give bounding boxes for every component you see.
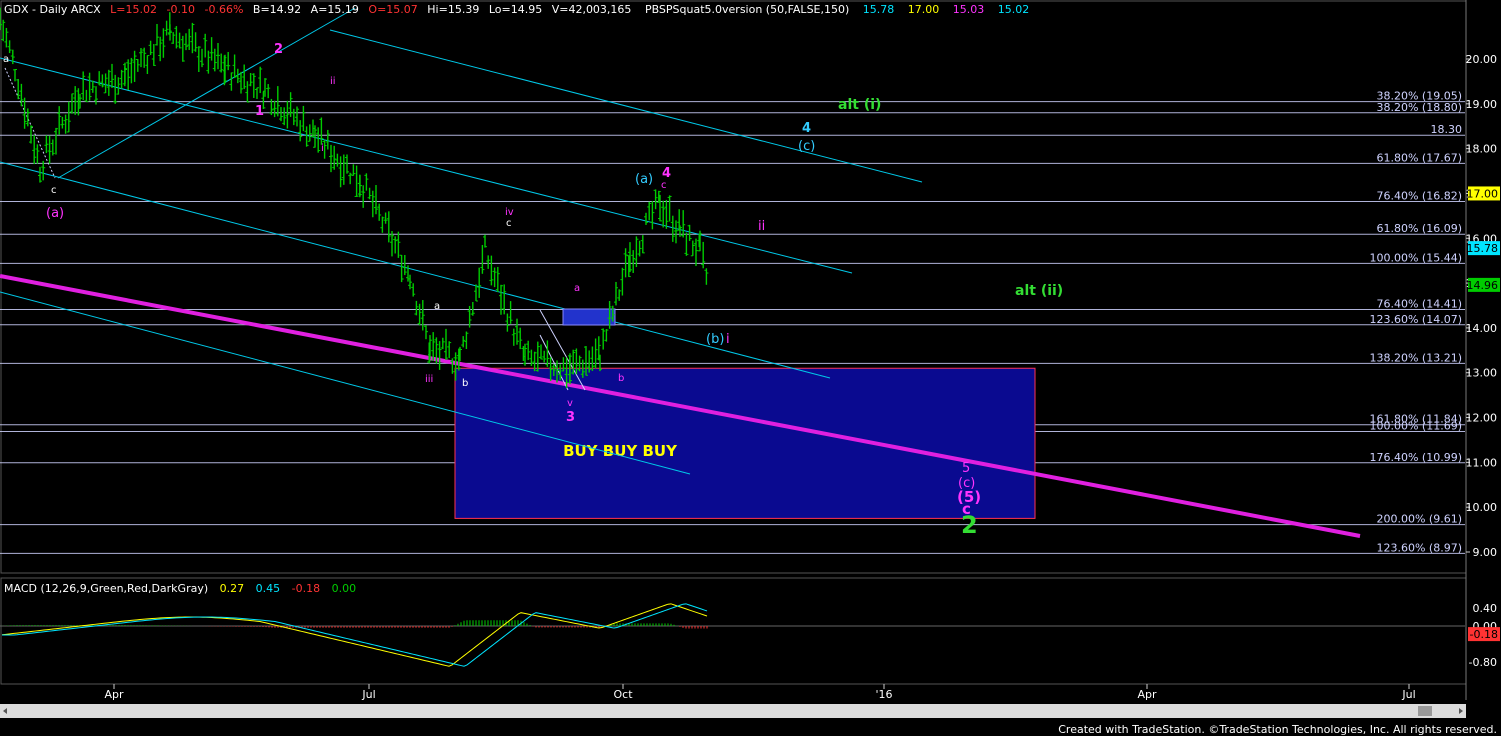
price-tag: 17.00 bbox=[1467, 187, 1499, 200]
wave-label: alt (i) bbox=[838, 97, 881, 113]
macd-value-4: 0.00 bbox=[332, 582, 357, 595]
chart-canvas: BUY BUY BUY 38.20% (19.05)38.20% (18.80)… bbox=[0, 0, 1500, 736]
study-value-1: 15.78 bbox=[863, 3, 895, 16]
price-axis: 20.0019.0018.0017.0016.0015.0014.0013.00… bbox=[1466, 53, 1500, 559]
open-price: O=15.07 bbox=[368, 3, 417, 16]
wave-label: a bbox=[3, 54, 9, 65]
y-tick-label: 9.00 bbox=[1473, 546, 1498, 559]
fib-label: 18.30 bbox=[1431, 123, 1463, 136]
fib-label: 100.00% (15.44) bbox=[1369, 251, 1462, 264]
study-name: PBSPSquat5.0version (50,FALSE,150) bbox=[645, 3, 849, 16]
x-tick-label: '16 bbox=[875, 688, 892, 701]
wave-label: b bbox=[462, 378, 468, 389]
horizontal-scrollbar[interactable] bbox=[0, 704, 1466, 718]
macd-value-2: 0.45 bbox=[256, 582, 281, 595]
bid-price: B=14.92 bbox=[253, 3, 301, 16]
study-value-4: 15.02 bbox=[998, 3, 1030, 16]
wave-label: ii bbox=[330, 76, 336, 87]
wave-label: alt (ii) bbox=[1015, 283, 1063, 299]
small-blue-box bbox=[562, 308, 616, 326]
ask-price: A=15.19 bbox=[311, 3, 359, 16]
wave-label: iii bbox=[425, 374, 433, 385]
wave-label: c bbox=[51, 185, 57, 196]
wave-label: 3 bbox=[566, 410, 575, 425]
wave-label: i bbox=[726, 332, 730, 347]
wave-label: (c) bbox=[798, 139, 815, 154]
wave-label: 4 bbox=[662, 166, 671, 181]
fib-label: 61.80% (16.09) bbox=[1376, 222, 1462, 235]
study-value-2: 17.00 bbox=[908, 3, 940, 16]
volume-value: V=42,003,165 bbox=[552, 3, 632, 16]
fib-label: 76.40% (14.41) bbox=[1376, 298, 1462, 311]
y-tick-label: 19.00 bbox=[1466, 98, 1498, 111]
macd-label: MACD (12,26,9,Green,Red,DarkGray) bbox=[4, 582, 208, 595]
wave-label: v bbox=[567, 398, 573, 409]
high-price: Hi=15.39 bbox=[427, 3, 479, 16]
copyright-footer: Created with TradeStation. ©TradeStation… bbox=[1058, 723, 1497, 736]
fib-label: 123.60% (8.97) bbox=[1376, 541, 1462, 554]
fib-label: 176.40% (10.99) bbox=[1369, 451, 1462, 464]
change-value: -0.10 bbox=[167, 3, 195, 16]
y-tick-label: 18.00 bbox=[1466, 143, 1498, 156]
macd-header: MACD (12,26,9,Green,Red,DarkGray) 0.27 0… bbox=[4, 582, 356, 595]
x-tick-label: Jul bbox=[361, 688, 375, 701]
low-price: Lo=14.95 bbox=[489, 3, 542, 16]
wave-label: a bbox=[434, 301, 440, 312]
wave-label: 5 bbox=[962, 461, 970, 476]
macd-tag: -0.18 bbox=[1470, 628, 1498, 641]
symbol-label: GDX - Daily ARCX bbox=[4, 3, 101, 16]
change-pct: -0.66% bbox=[204, 3, 243, 16]
macd-value-3: -0.18 bbox=[292, 582, 320, 595]
macd-tick-label: 0.40 bbox=[1473, 602, 1498, 615]
wave-label: 2 bbox=[274, 42, 283, 57]
x-tick-label: Oct bbox=[613, 688, 633, 701]
x-tick-label: Apr bbox=[1137, 688, 1157, 701]
fib-label: 100.00% (11.69) bbox=[1369, 419, 1462, 432]
fib-label: 38.20% (18.80) bbox=[1376, 101, 1462, 114]
wave-label: iv bbox=[505, 207, 514, 218]
price-tag: 15.78 bbox=[1467, 242, 1499, 255]
buy-zone-box bbox=[454, 367, 1036, 519]
wave-label: ii bbox=[758, 219, 765, 234]
y-tick-label: 20.00 bbox=[1466, 53, 1498, 66]
y-tick-label: 11.00 bbox=[1466, 456, 1498, 469]
fib-label: 123.60% (14.07) bbox=[1369, 313, 1462, 326]
fib-label: 76.40% (16.82) bbox=[1376, 190, 1462, 203]
wave-label: (a) bbox=[46, 206, 64, 221]
macd-tick-label: -0.80 bbox=[1469, 656, 1497, 669]
y-tick-label: 10.00 bbox=[1466, 501, 1498, 514]
x-tick-label: Apr bbox=[104, 688, 124, 701]
y-tick-label: 13.00 bbox=[1466, 367, 1498, 380]
chart-header: GDX - Daily ARCX L=15.02 -0.10 -0.66% B=… bbox=[4, 3, 1029, 16]
study-value-3: 15.03 bbox=[953, 3, 985, 16]
wave-label: (b) bbox=[706, 332, 724, 347]
wave-label: i bbox=[321, 143, 324, 154]
wave-label: b bbox=[618, 373, 624, 384]
wave-label: (a) bbox=[635, 172, 653, 187]
time-axis: Apr Jul Oct '16 Apr Jul bbox=[104, 684, 1416, 701]
fib-label: 200.00% (9.61) bbox=[1376, 513, 1462, 526]
wave-label: 2 bbox=[961, 511, 978, 539]
macd-value-1: 0.27 bbox=[220, 582, 245, 595]
wave-label: c bbox=[506, 218, 512, 229]
y-tick-label: 14.00 bbox=[1466, 322, 1498, 335]
fib-label: 138.20% (13.21) bbox=[1369, 351, 1462, 364]
wave-label: 1 bbox=[255, 104, 264, 119]
wave-label: 4 bbox=[802, 121, 811, 136]
buy-zone: BUY BUY BUY bbox=[454, 367, 1036, 519]
scrollbar-thumb[interactable] bbox=[1418, 706, 1432, 716]
y-tick-label: 12.00 bbox=[1466, 412, 1498, 425]
last-price: L=15.02 bbox=[110, 3, 157, 16]
fib-label: 61.80% (17.67) bbox=[1376, 151, 1462, 164]
price-tag: 14.96 bbox=[1467, 279, 1499, 292]
wave-label: a bbox=[574, 283, 580, 294]
wave-label: c bbox=[661, 180, 667, 191]
x-tick-label: Jul bbox=[1401, 688, 1415, 701]
